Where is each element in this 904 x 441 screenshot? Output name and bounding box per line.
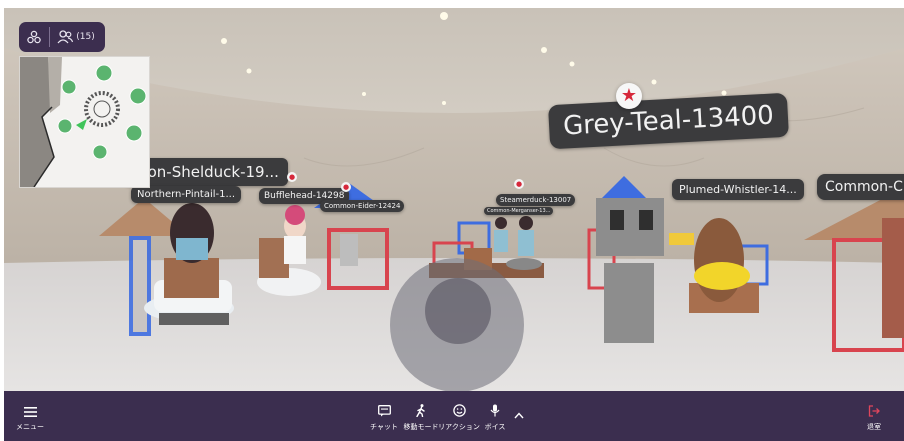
exit-button[interactable]: 退室 xyxy=(856,391,892,441)
avatar-name-tag[interactable]: Common-C xyxy=(817,174,904,200)
reaction-label: リアクション xyxy=(438,423,480,431)
menu-button[interactable]: メニュー xyxy=(10,391,50,441)
layers-button[interactable] xyxy=(19,22,49,52)
star-marker-icon[interactable]: ★ xyxy=(616,83,642,109)
chevron-up-icon[interactable] xyxy=(512,399,526,419)
avatar-eider xyxy=(340,234,358,266)
minimap-canvas xyxy=(20,57,149,187)
participants-button[interactable]: (15) xyxy=(50,22,102,52)
app-window: Grey-Teal-13400 mon-Shelduck-19... North… xyxy=(0,0,904,441)
reaction-button[interactable]: リアクション xyxy=(438,391,480,441)
chat-button[interactable]: チャット xyxy=(366,391,402,441)
walk-icon xyxy=(415,391,427,417)
joystick-knob[interactable] xyxy=(425,278,491,344)
minimap[interactable] xyxy=(19,56,150,188)
voice-label: ボイス xyxy=(484,423,506,431)
avatar-name-tag[interactable]: Common-Eider-12424 xyxy=(320,200,405,212)
move-mode-label: 移動モード xyxy=(403,423,439,431)
smiley-icon xyxy=(452,391,466,417)
exit-icon xyxy=(868,391,880,417)
move-mode-button[interactable]: 移動モード xyxy=(402,391,440,441)
participants-count: (15) xyxy=(76,32,95,42)
top-controls: (15) xyxy=(19,22,105,52)
layers-icon xyxy=(27,30,41,44)
location-pin-icon: ● xyxy=(287,172,297,182)
avatar-name-tag[interactable]: Northern-Pintail-1... xyxy=(131,186,242,203)
avatar-name-tag[interactable]: Common-Merganser-13... xyxy=(484,207,554,215)
exit-label: 退室 xyxy=(867,423,881,431)
location-pin-icon: ● xyxy=(514,179,524,189)
hamburger-icon xyxy=(23,391,37,417)
location-pin-icon: ● xyxy=(341,182,351,192)
joystick[interactable] xyxy=(390,258,524,392)
chat-icon xyxy=(377,391,391,417)
microphone-icon xyxy=(490,391,500,417)
users-icon xyxy=(57,30,74,44)
avatar-name-tag[interactable]: Steamerduck-13007 xyxy=(496,194,576,206)
voice-button[interactable]: ボイス xyxy=(480,391,510,441)
menu-label: メニュー xyxy=(16,423,44,431)
chat-label: チャット xyxy=(370,423,398,431)
avatar-name-tag[interactable]: Plumed-Whistler-14... xyxy=(672,179,804,200)
bottom-toolbar: メニュー チャット 移動モード リアクション ボイス 退室 xyxy=(4,391,904,441)
